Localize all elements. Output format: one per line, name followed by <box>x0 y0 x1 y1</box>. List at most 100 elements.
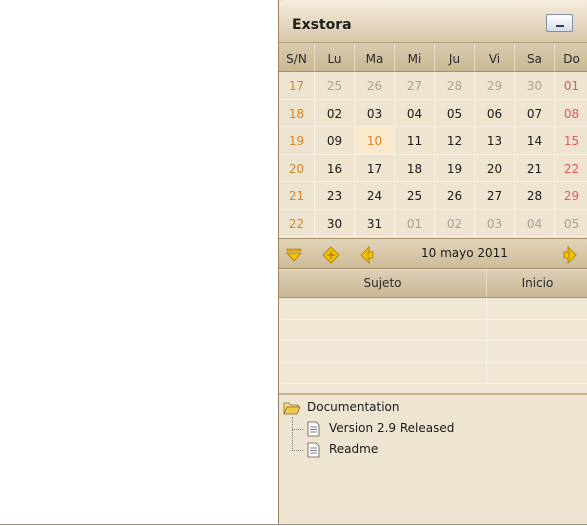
header-week-number: S/N <box>279 43 315 71</box>
calendar-day[interactable]: 15 <box>555 127 587 155</box>
table-cell <box>279 341 487 362</box>
table-cell <box>279 298 487 319</box>
tree-label: Version 2.9 Released <box>329 421 455 435</box>
calendar-day[interactable]: 04 <box>395 99 435 127</box>
calendar-day[interactable]: 29 <box>555 182 587 210</box>
calendar-day[interactable]: 20 <box>475 154 515 182</box>
events-table: Sujeto Inicio <box>279 270 587 392</box>
calendar-week-row: 21 23 24 25 26 27 28 29 <box>279 182 587 210</box>
table-row <box>279 362 587 384</box>
folder-open-icon <box>283 402 301 415</box>
table-cell <box>487 298 587 319</box>
table-cell <box>279 362 487 384</box>
week-number: 22 <box>279 209 315 237</box>
calendar-week-row: 18 02 03 04 05 06 07 08 <box>279 99 587 127</box>
table-row <box>279 298 587 320</box>
tree-folder-documentation[interactable]: Documentation <box>283 400 483 416</box>
calendar-day[interactable]: 09 <box>315 127 355 155</box>
calendar-day[interactable]: 03 <box>475 209 515 237</box>
calendar-day[interactable]: 01 <box>395 209 435 237</box>
table-cell <box>487 363 587 384</box>
table-row <box>279 319 587 341</box>
calendar-day[interactable]: 31 <box>355 209 395 237</box>
header-tuesday: Ma <box>355 43 395 71</box>
current-date-label: 10 mayo 2011 <box>421 246 508 260</box>
calendar-day[interactable]: 22 <box>555 155 587 182</box>
calendar-day[interactable]: 23 <box>315 182 355 210</box>
title-bar: Exstora <box>279 0 587 43</box>
calendar-day[interactable]: 27 <box>475 182 515 210</box>
tree-label: Readme <box>329 442 379 456</box>
calendar-day[interactable]: 28 <box>435 72 475 100</box>
week-number: 17 <box>279 72 315 100</box>
calendar-day[interactable]: 21 <box>515 154 555 182</box>
tree-connector <box>292 417 293 451</box>
today-icon[interactable] <box>322 246 340 264</box>
calendar-day[interactable]: 30 <box>315 209 355 237</box>
week-number: 21 <box>279 182 315 210</box>
tree-item-readme[interactable]: Readme <box>305 442 505 458</box>
calendar-day[interactable]: 07 <box>515 99 555 127</box>
document-icon <box>307 442 320 458</box>
calendar-day-selected[interactable]: 10 <box>355 127 395 155</box>
calendar-week-row: 17 25 26 27 28 29 30 01 <box>279 72 587 100</box>
calendar-navigator: 10 mayo 2011 <box>279 238 587 269</box>
week-number: 19 <box>279 127 315 155</box>
calendar-day[interactable]: 05 <box>555 210 587 237</box>
calendar-day[interactable]: 11 <box>395 127 435 155</box>
calendar-week-row: 22 30 31 01 02 03 04 05 <box>279 209 587 237</box>
calendar-header: S/N Lu Ma Mi Ju Vi Sa Do <box>279 43 587 72</box>
tree-item-version-release[interactable]: Version 2.9 Released <box>305 421 505 437</box>
calendar-day[interactable]: 08 <box>555 100 587 127</box>
calendar-day[interactable]: 06 <box>475 99 515 127</box>
calendar-day[interactable]: 16 <box>315 154 355 182</box>
header-sunday: Do <box>563 52 580 66</box>
app-title: Exstora <box>292 17 352 33</box>
table-cell <box>487 320 587 341</box>
calendar-week-row: 19 09 10 11 12 13 14 15 <box>279 127 587 155</box>
calendar-day[interactable]: 05 <box>435 99 475 127</box>
calendar-day[interactable]: 26 <box>355 72 395 100</box>
calendar-day[interactable]: 25 <box>315 72 355 100</box>
calendar-day[interactable]: 18 <box>395 154 435 182</box>
calendar-day[interactable]: 19 <box>435 154 475 182</box>
header-wednesday: Mi <box>395 43 435 71</box>
table-cell <box>487 341 587 362</box>
header-friday: Vi <box>475 43 515 71</box>
tree-label: Documentation <box>307 400 400 414</box>
column-header-subject[interactable]: Sujeto <box>279 270 487 297</box>
calendar-day[interactable]: 01 <box>555 72 587 100</box>
next-arrow-icon[interactable] <box>561 246 579 264</box>
bottom-border <box>0 524 587 525</box>
calendar-day[interactable]: 12 <box>435 127 475 155</box>
calendar-day[interactable]: 02 <box>435 209 475 237</box>
minimize-button[interactable] <box>546 14 573 32</box>
exstora-panel: Exstora S/N Lu Ma Mi Ju Vi Sa Do 17 25 2… <box>278 0 587 524</box>
tree-connector <box>292 450 303 451</box>
prev-arrow-icon[interactable] <box>358 246 376 264</box>
collapse-down-icon[interactable] <box>285 246 303 264</box>
calendar-day[interactable]: 13 <box>475 127 515 155</box>
calendar-day[interactable]: 03 <box>355 99 395 127</box>
calendar-day[interactable]: 28 <box>515 182 555 210</box>
calendar-day[interactable]: 27 <box>395 72 435 100</box>
calendar-day[interactable]: 26 <box>435 182 475 210</box>
week-number: 20 <box>279 154 315 182</box>
documentation-tree: Documentation Version 2.9 Released Readm… <box>279 393 587 524</box>
calendar-day[interactable]: 25 <box>395 182 435 210</box>
calendar-day[interactable]: 24 <box>355 182 395 210</box>
minimize-icon <box>556 25 564 27</box>
week-number: 18 <box>279 99 315 127</box>
header-monday: Lu <box>315 43 355 71</box>
calendar-day[interactable]: 04 <box>515 209 555 237</box>
column-header-start[interactable]: Inicio <box>487 270 587 297</box>
document-icon <box>307 421 320 437</box>
calendar-day[interactable]: 14 <box>515 127 555 155</box>
table-row <box>279 341 587 363</box>
calendar-day[interactable]: 17 <box>355 154 395 182</box>
tree-connector <box>292 429 303 430</box>
calendar-day[interactable]: 30 <box>515 72 555 100</box>
calendar-day[interactable]: 29 <box>475 72 515 100</box>
calendar-grid: 17 25 26 27 28 29 30 01 18 02 03 04 05 0… <box>279 72 587 237</box>
calendar-day[interactable]: 02 <box>315 99 355 127</box>
